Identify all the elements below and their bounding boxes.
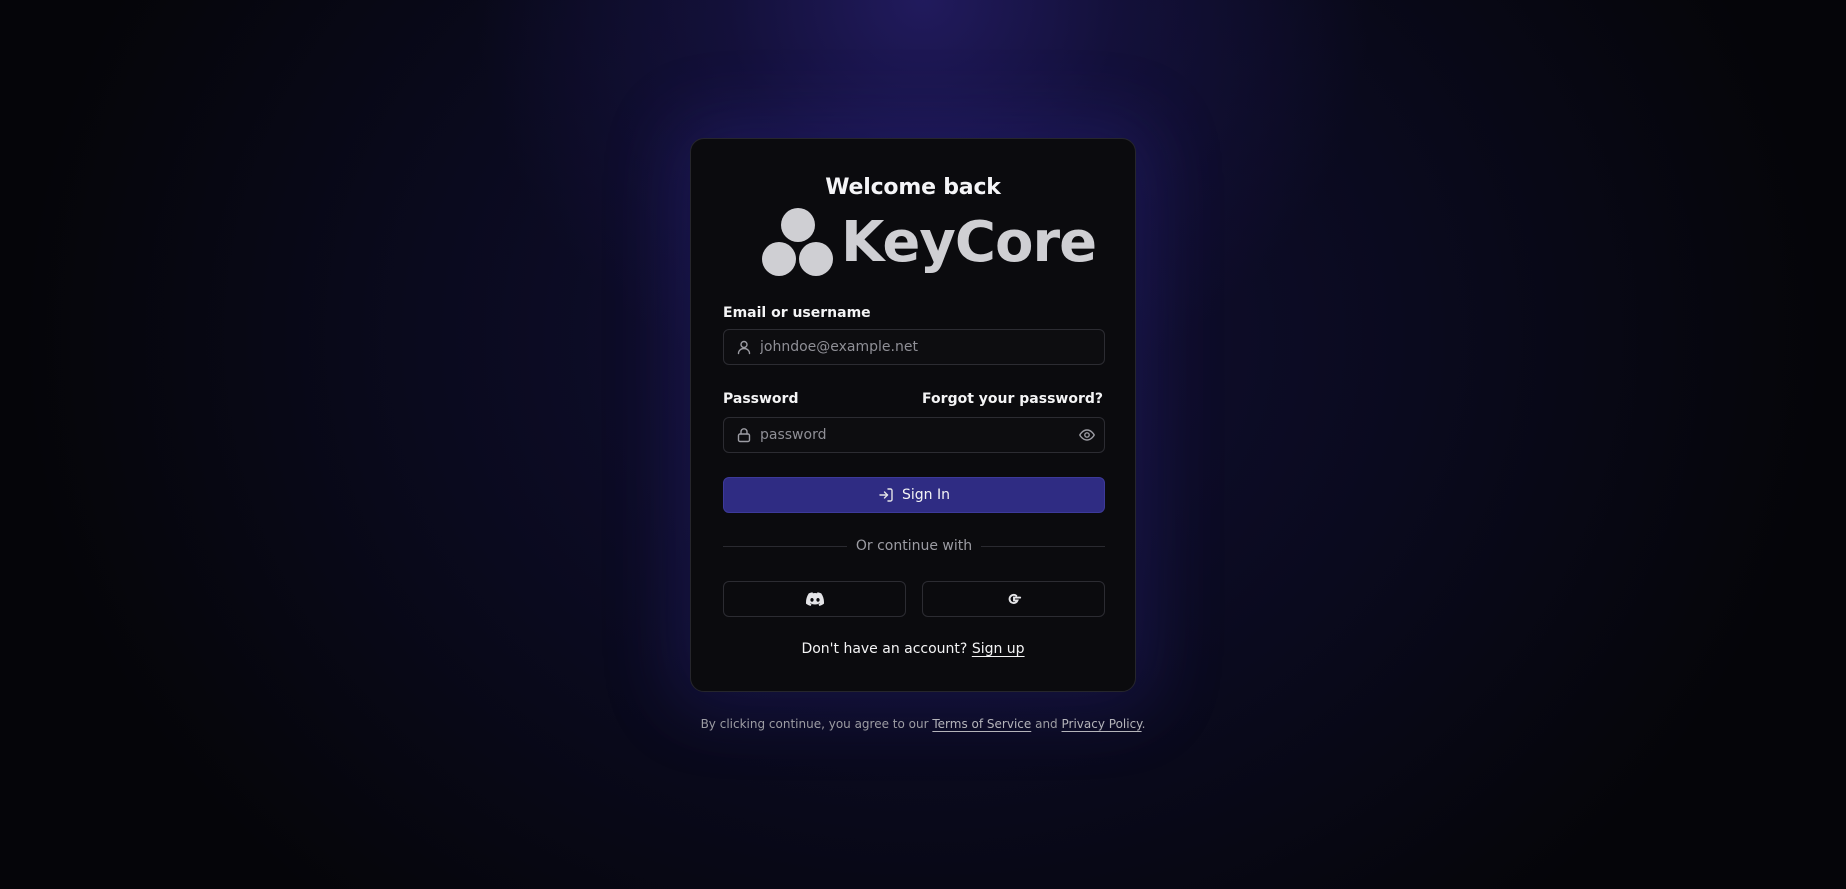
sign-in-label: Sign In: [902, 487, 950, 503]
password-field-wrapper: [723, 417, 1105, 453]
three-circles-logo-icon: [762, 208, 833, 276]
sign-up-link[interactable]: Sign up: [972, 641, 1025, 657]
legal-prefix: By clicking continue, you agree to our: [700, 717, 929, 731]
user-icon: [736, 339, 752, 355]
lock-icon: [736, 427, 752, 443]
privacy-policy-link[interactable]: Privacy Policy: [1062, 717, 1142, 731]
discord-login-button[interactable]: [723, 581, 906, 617]
brand-logo: KeyCore: [761, 207, 1097, 279]
terms-of-service-link[interactable]: Terms of Service: [932, 717, 1031, 731]
continue-divider: Or continue with: [723, 537, 1106, 555]
legal-notice: By clicking continue, you agree to our T…: [0, 717, 1846, 731]
signup-prompt: Don't have an account?: [801, 641, 968, 657]
google-login-button[interactable]: [922, 581, 1105, 617]
eye-icon[interactable]: [1078, 426, 1096, 444]
page-title: Welcome back: [825, 175, 1001, 200]
sign-in-button[interactable]: Sign In: [723, 477, 1105, 513]
divider-line-right: [981, 545, 1106, 547]
login-card: Welcome back KeyCore Email or username P…: [690, 138, 1136, 692]
google-icon: [1008, 593, 1021, 604]
divider-line-left: [723, 545, 847, 547]
email-label: Email or username: [723, 305, 871, 321]
email-field-wrapper: [723, 329, 1105, 365]
divider-text: Or continue with: [855, 538, 973, 554]
legal-suffix: .: [1141, 717, 1146, 731]
password-input[interactable]: [760, 427, 1078, 443]
email-input[interactable]: [760, 339, 1104, 355]
signup-row: Don't have an account? Sign up: [691, 641, 1135, 657]
log-in-icon: [879, 488, 893, 502]
discord-icon: [805, 592, 824, 606]
brand-name: KeyCore: [841, 210, 1097, 275]
legal-and: and: [1035, 717, 1058, 731]
password-label: Password: [723, 391, 799, 407]
forgot-password-link[interactable]: Forgot your password?: [922, 391, 1103, 407]
